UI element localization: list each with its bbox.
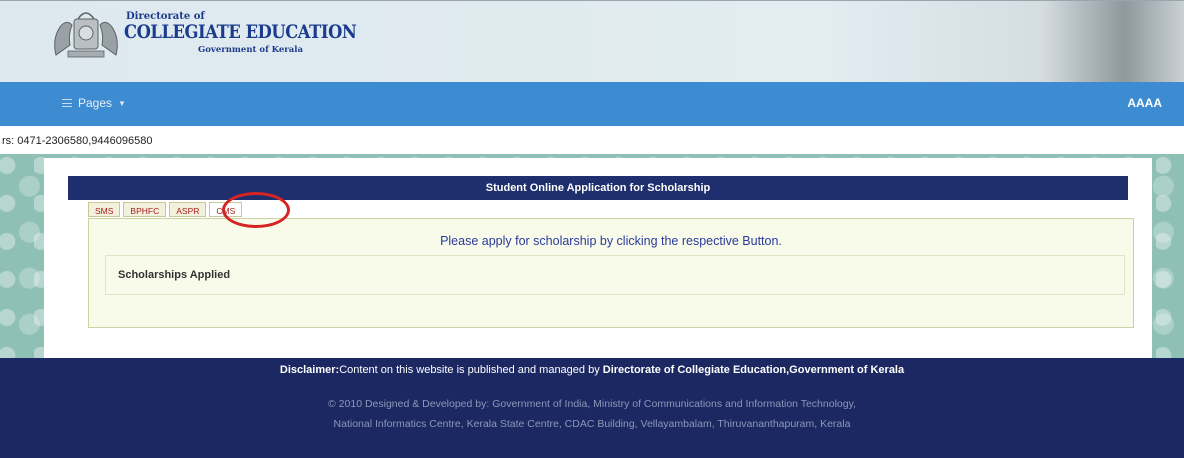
credits: © 2010 Designed & Developed by: Governme… <box>0 394 1184 434</box>
tab-sms[interactable]: SMS <box>88 202 121 217</box>
contact-numbers: rs: 0471-2306580,9446096580 <box>2 135 153 147</box>
user-menu[interactable]: AAAA <box>1127 96 1162 110</box>
apply-instruction: Please apply for scholarship by clicking… <box>440 234 782 248</box>
chevron-down-icon: ▼ <box>118 98 126 108</box>
tab-content: Please apply for scholarship by clicking… <box>88 218 1134 328</box>
decorative-background: Student Online Application for Scholarsh… <box>0 154 1184 358</box>
disclaimer-text: Content on this website is published and… <box>339 364 603 376</box>
scholarships-applied-section: Scholarships Applied <box>105 255 1125 295</box>
tab-aspr[interactable]: ASPR <box>169 202 207 217</box>
credits-line-2: National Informatics Centre, Kerala Stat… <box>333 418 851 430</box>
disclaimer: Disclaimer:Content on this website is pu… <box>0 364 1184 376</box>
pages-menu-label: Pages <box>78 96 113 110</box>
main-panel: Student Online Application for Scholarsh… <box>44 158 1152 358</box>
site-footer: Disclaimer:Content on this website is pu… <box>0 358 1184 458</box>
highlight-annotation-circle <box>222 192 290 228</box>
logo-line-2: COLLEGIATE EDUCATION <box>124 21 357 43</box>
navbar: Pages ▼ AAAA <box>0 82 1184 126</box>
tab-bphfc[interactable]: BPHFC <box>123 202 167 217</box>
kerala-emblem-icon <box>54 12 118 58</box>
logo-line-3: Government of Kerala <box>198 45 304 55</box>
scholarships-applied-heading: Scholarships Applied <box>118 269 231 281</box>
site-header: Directorate of COLLEGIATE EDUCATION Gove… <box>0 0 1184 82</box>
pages-menu-button[interactable]: Pages ▼ <box>62 96 126 110</box>
hamburger-menu-icon <box>62 99 72 107</box>
page-title: Student Online Application for Scholarsh… <box>68 176 1128 200</box>
credits-line-1: © 2010 Designed & Developed by: Governme… <box>328 398 856 410</box>
disclaimer-label: Disclaimer: <box>279 364 340 376</box>
disclaimer-org: Directorate of Collegiate Education,Gove… <box>602 364 905 376</box>
site-logo[interactable]: Directorate of COLLEGIATE EDUCATION Gove… <box>48 5 357 61</box>
scholarship-tabs: SMS BPHFC ASPR CMS <box>88 202 243 217</box>
